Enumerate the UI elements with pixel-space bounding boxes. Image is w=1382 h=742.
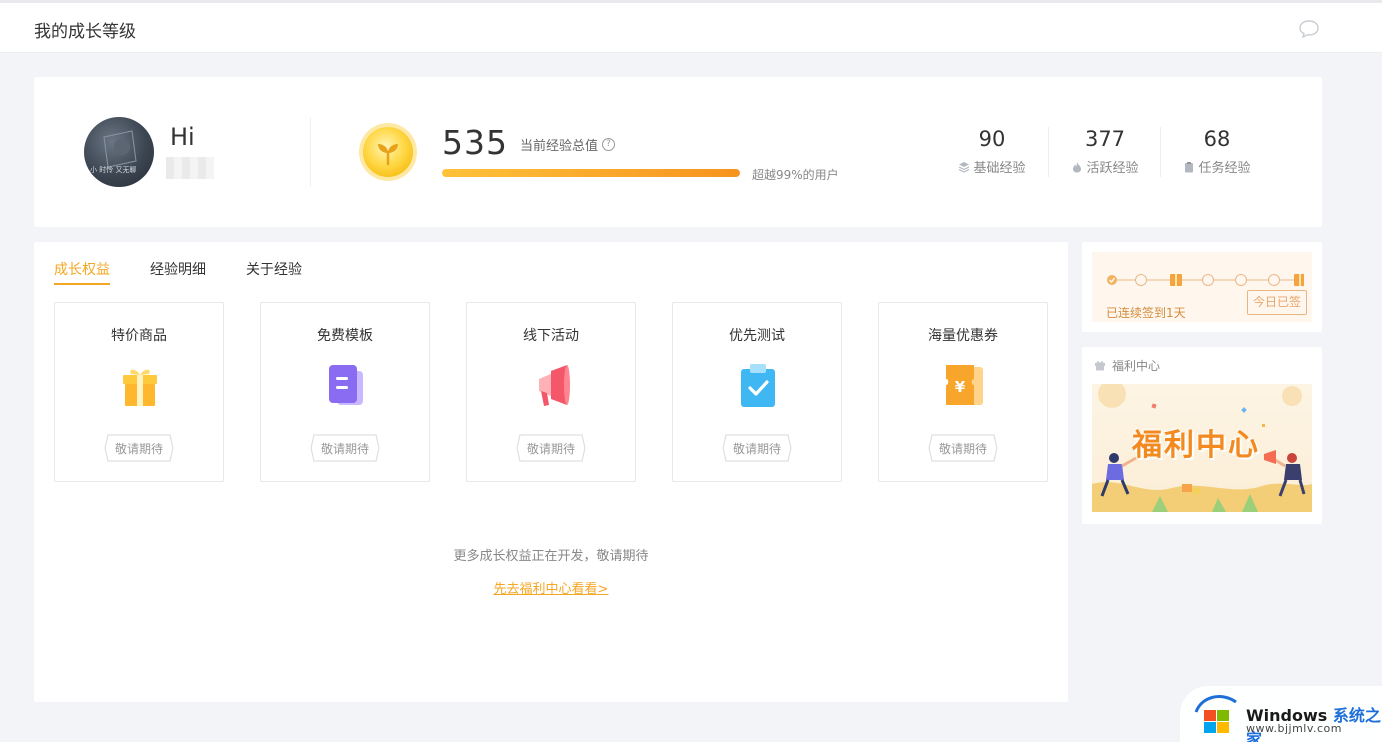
benefit-title: 优先测试	[729, 328, 785, 344]
exp-total-label: 当前经验总值 ?	[520, 135, 616, 154]
coming-soon-badge	[722, 434, 792, 462]
gift-icon	[123, 369, 157, 406]
checkin-progress-track	[1107, 274, 1304, 286]
tab-about-exp[interactable]: 关于经验	[246, 259, 302, 285]
divider	[1048, 127, 1049, 177]
coming-soon-badge	[928, 434, 998, 462]
benefit-card[interactable]: 免费模板 敬请期待	[260, 302, 430, 482]
windows-logo-icon	[1194, 695, 1237, 733]
tab-growth-benefits[interactable]: 成长权益	[54, 259, 110, 285]
tab-bar: 成长权益 经验明细 关于经验	[54, 259, 302, 285]
stat-task: 68 任务经验	[1162, 127, 1272, 176]
help-icon[interactable]: ?	[602, 138, 616, 151]
clipboard-check-icon	[741, 364, 775, 407]
gift-box-icon	[1095, 361, 1105, 371]
coming-soon-badge	[310, 434, 380, 462]
checked-in-button[interactable]: 今日已签	[1247, 290, 1307, 315]
more-benefits-text: 更多成长权益正在开发，敬请期待	[453, 549, 649, 564]
benefits-card: 成长权益 经验明细 关于经验 特价商品 敬请期待 免费模板 敬请期待 线下活动 …	[34, 242, 1068, 702]
chat-bubble-icon[interactable]	[1298, 19, 1320, 39]
stat-basic: 90 基础经验	[937, 127, 1047, 176]
template-icon	[329, 365, 363, 405]
coming-soon-badge	[104, 434, 174, 462]
banner-text: 福利中心	[1132, 428, 1260, 463]
avatar-caption: 小 时怜 又无聊	[90, 166, 137, 174]
stat-active: 377 活跃经验	[1050, 127, 1160, 176]
benefit-title: 特价商品	[111, 328, 167, 344]
page-header: 我的成长等级	[0, 3, 1382, 53]
avatar[interactable]: 小 时怜 又无聊	[84, 117, 154, 187]
checkin-status: 已连续签到1天	[1106, 306, 1186, 320]
welfare-banner[interactable]: 福利中心	[1092, 384, 1312, 512]
megaphone-icon	[539, 365, 570, 406]
layers-icon	[959, 161, 970, 173]
sprout-coin-icon	[359, 123, 417, 181]
benefit-title: 线下活动	[523, 328, 579, 344]
divider	[310, 117, 311, 187]
rank-text: 超越99%的用户	[752, 168, 839, 182]
watermark-url: www.bjjmlv.com	[1246, 722, 1342, 735]
coming-soon-badge	[516, 434, 586, 462]
coupon-icon: ¥	[946, 365, 983, 405]
divider	[1160, 127, 1161, 177]
stat-label: 基础经验	[973, 161, 1026, 176]
flame-icon	[1073, 161, 1082, 172]
greeting: Hi	[170, 123, 195, 151]
username-blurred	[166, 157, 214, 179]
benefit-title: 免费模板	[317, 328, 373, 344]
page-title: 我的成长等级	[34, 22, 136, 42]
watermark: Windows 系统之家 www.bjjmlv.com	[1180, 686, 1382, 742]
welfare-card: 福利中心 福利中心	[1082, 347, 1322, 524]
benefit-card[interactable]: 海量优惠券 ¥ 敬请期待	[878, 302, 1048, 482]
tab-exp-details[interactable]: 经验明细	[150, 259, 206, 285]
clipboard-icon	[1185, 161, 1194, 172]
exp-progress-bar	[442, 169, 740, 177]
stat-label: 活跃经验	[1086, 161, 1139, 176]
profile-card: 小 时怜 又无聊 Hi 535 当前经验总值 ? 超越99%的用户 90 基础经…	[34, 77, 1322, 227]
checkin-card: 已连续签到1天 今日已签	[1082, 242, 1322, 332]
benefit-card[interactable]: 线下活动 敬请期待	[466, 302, 636, 482]
welfare-center-link[interactable]: 先去福利中心看看>	[34, 578, 1068, 597]
benefit-title: 海量优惠券	[928, 328, 998, 344]
stat-label: 任务经验	[1198, 161, 1251, 176]
welfare-title: 福利中心	[1112, 359, 1161, 373]
benefit-card[interactable]: 优先测试 敬请期待	[672, 302, 842, 482]
stat-value: 377	[1084, 127, 1126, 151]
stat-value: 90	[978, 127, 1006, 151]
exp-total: 535	[442, 123, 508, 162]
benefit-card[interactable]: 特价商品 敬请期待	[54, 302, 224, 482]
svg-text:¥: ¥	[955, 378, 966, 396]
exp-progress-fill	[442, 169, 740, 177]
stat-value: 68	[1203, 127, 1231, 151]
exp-total-label-text: 当前经验总值	[520, 139, 599, 154]
